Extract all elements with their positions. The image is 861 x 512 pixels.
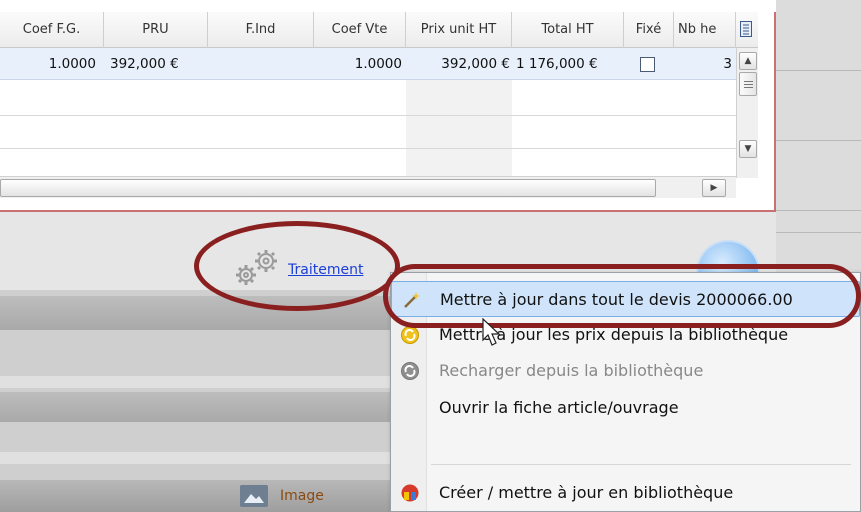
section-band — [0, 452, 390, 464]
scroll-down-button[interactable]: ▼ — [739, 140, 757, 158]
menu-item-label: Recharger depuis la bibliothèque — [439, 361, 704, 380]
section-band — [0, 392, 390, 422]
column-header-prix-unit-ht[interactable]: Prix unit HT — [406, 12, 512, 48]
menu-item-open-article[interactable]: Ouvrir la fiche article/ouvrage — [391, 398, 860, 455]
horizontal-scroll-thumb[interactable] — [0, 179, 656, 197]
fixe-checkbox[interactable] — [640, 57, 655, 72]
column-header-pru[interactable]: PRU — [104, 12, 208, 48]
vertical-scrollbar[interactable]: ▲ ▼ — [736, 48, 758, 178]
grid-row-line — [0, 148, 736, 149]
menu-item-label: Ouvrir la fiche article/ouvrage — [439, 398, 679, 417]
grid-row-line — [0, 115, 736, 116]
grid-top-edge — [0, 0, 776, 12]
cell-nb-he[interactable]: 3 — [680, 48, 732, 80]
cell-prix-unit-ht[interactable]: 392,000 € — [406, 48, 510, 80]
cell-find[interactable] — [208, 48, 314, 80]
panel-line — [776, 140, 861, 141]
cell-pru[interactable]: 392,000 € — [110, 48, 208, 80]
column-header-find[interactable]: F.Ind — [208, 12, 314, 48]
menu-separator — [431, 464, 851, 465]
menu-item-create-library[interactable]: Créer / mettre à jour en bibliothèque — [391, 475, 860, 511]
library-icon — [401, 484, 419, 502]
cell-coef-fg[interactable]: 1.0000 — [0, 48, 96, 80]
menu-item-label: Créer / mettre à jour en bibliothèque — [439, 483, 734, 502]
column-header-total-ht[interactable]: Total HT — [512, 12, 624, 48]
panel-line — [776, 232, 861, 233]
column-shade — [406, 80, 512, 176]
image-tab-label[interactable]: Image — [280, 488, 324, 504]
annotation-oval-menu-item — [383, 264, 861, 328]
grid-header: Coef F.G. PRU F.Ind Coef Vte Prix unit H… — [0, 12, 758, 48]
mouse-cursor-icon — [482, 318, 501, 346]
menu-item-reload-library[interactable]: Recharger depuis la bibliothèque — [391, 353, 860, 389]
reload-gray-icon — [401, 362, 419, 380]
horizontal-scrollbar[interactable]: ▶ — [0, 176, 736, 198]
image-icon — [240, 485, 268, 507]
cell-coef-vte[interactable]: 1.0000 — [314, 48, 402, 80]
annotation-oval-traitement — [194, 221, 400, 311]
column-header-coef-fg[interactable]: Coef F.G. — [0, 12, 104, 48]
panel-line — [776, 70, 861, 71]
cell-total-ht[interactable]: 1 176,000 € — [516, 48, 620, 80]
column-header-fixe[interactable]: Fixé — [624, 12, 674, 48]
section-band — [0, 376, 390, 388]
scroll-up-button[interactable]: ▲ — [739, 52, 757, 70]
image-tab-bar[interactable] — [0, 480, 390, 512]
column-header-coef-vte[interactable]: Coef Vte — [314, 12, 406, 48]
refresh-yellow-icon — [401, 326, 419, 344]
scroll-right-button[interactable]: ▶ — [702, 179, 726, 197]
column-chooser-icon[interactable] — [740, 21, 752, 37]
scroll-thumb[interactable] — [739, 72, 757, 96]
panel-line — [776, 210, 861, 211]
column-header-nb-he[interactable]: Nb he — [674, 12, 736, 48]
